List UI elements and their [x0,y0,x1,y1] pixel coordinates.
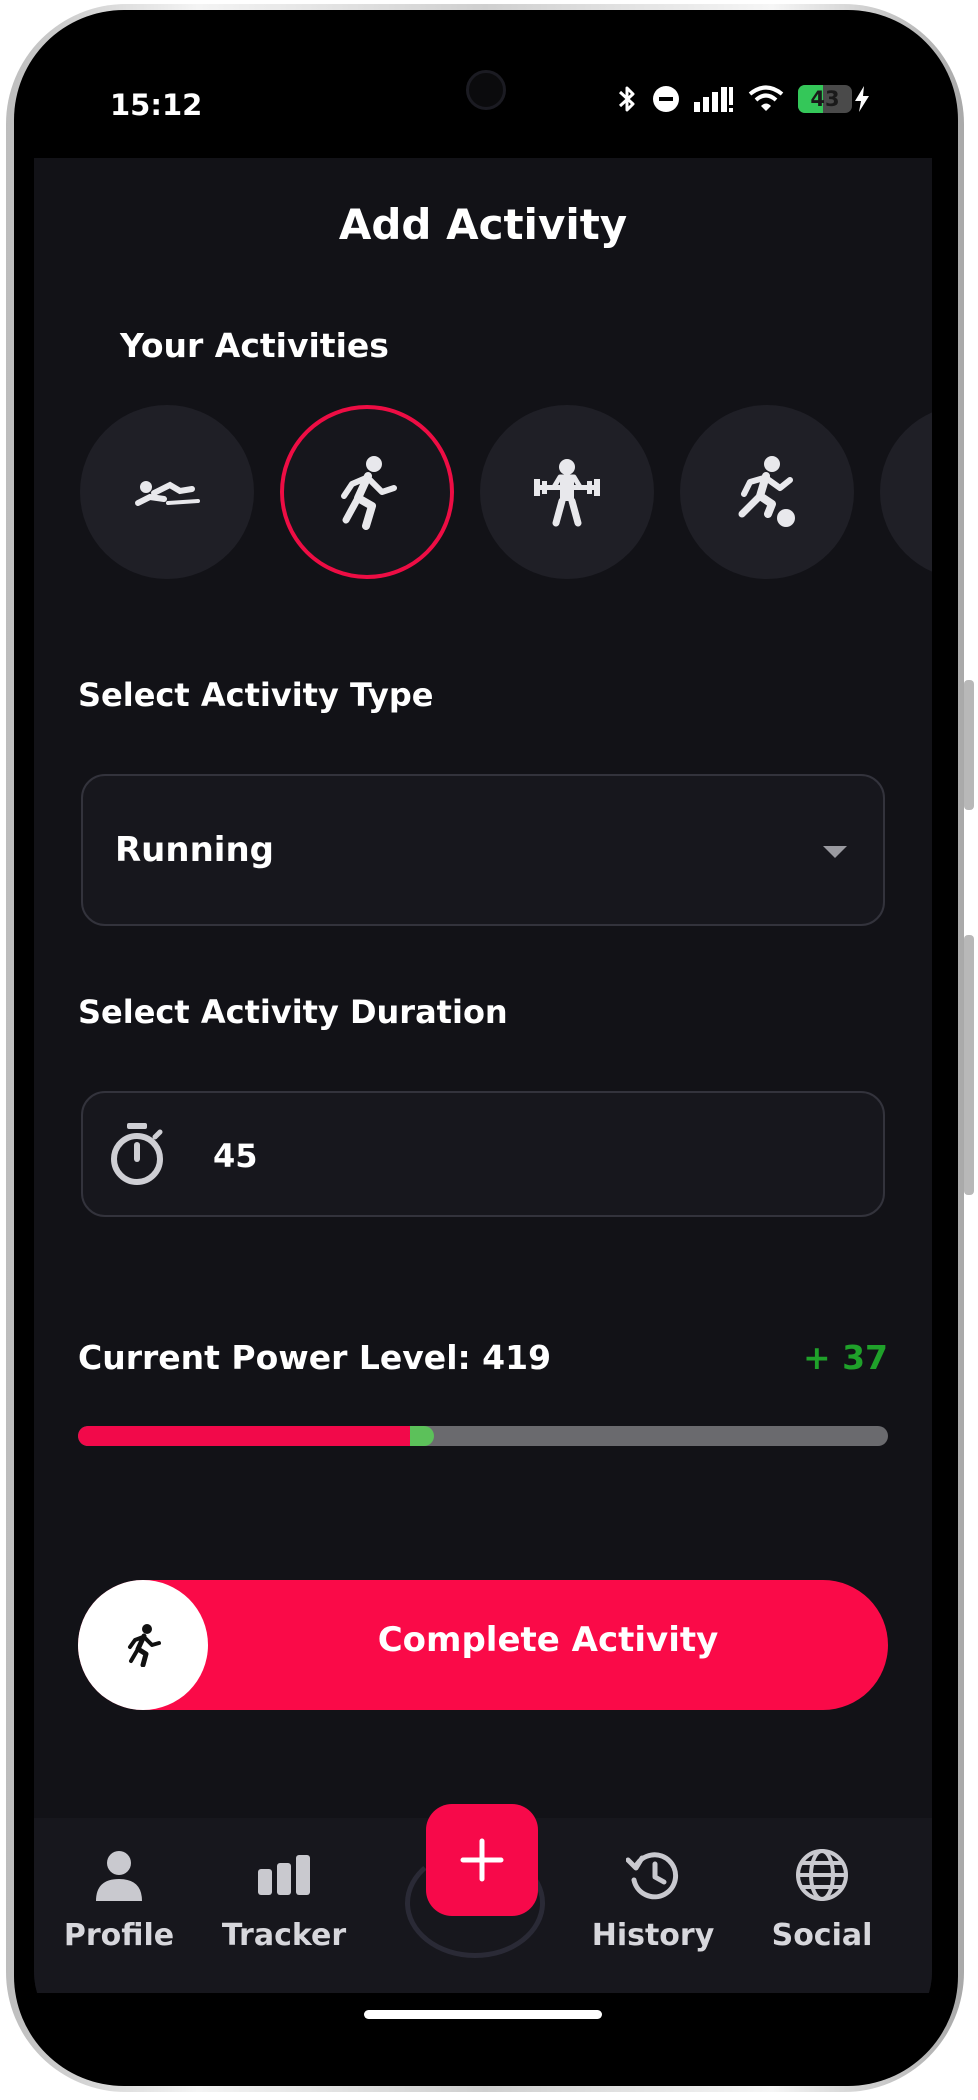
tab-history[interactable]: History [568,1840,738,1970]
tab-tracker-label: Tracker [221,1918,347,1953]
duration-value: 45 [213,1137,258,1175]
swimming-icon [135,481,200,506]
tab-social-label: Social [771,1918,873,1953]
bar-chart-icon [258,1855,310,1895]
duration-input[interactable]: 45 [81,1091,885,1217]
activity-type-dropdown[interactable]: Running [81,774,885,926]
power-level-bar [78,1426,888,1446]
charging-icon [855,86,869,112]
activities-carousel[interactable] [80,403,932,583]
activity-type-value: Running [115,830,274,870]
weightlifting-icon [534,459,600,527]
power-gain-label: + 37 [802,1338,888,1377]
home-indicator[interactable] [364,2010,602,2019]
screen: 15:12 43 Add Activity Your Activities Se… [34,48,932,2044]
complete-activity-slider[interactable]: Complete Activity [78,1580,888,1710]
globe-icon [796,1849,848,1901]
stopwatch-icon [111,1123,163,1185]
wifi-icon [748,85,784,111]
tab-profile[interactable]: Profile [34,1840,204,1970]
do-not-disturb-icon [653,86,679,112]
your-activities-heading: Your Activities [120,326,389,365]
power-gain-fill [410,1426,435,1446]
activity-duration-label: Select Activity Duration [78,993,508,1031]
activity-more[interactable] [880,405,932,579]
complete-activity-label: Complete Activity [377,1620,719,1660]
power-level-label: Current Power Level: 419 [78,1338,552,1377]
status-time: 15:12 [110,88,203,122]
soccer-icon [738,456,795,527]
tab-tracker[interactable]: Tracker [199,1840,369,1970]
activity-weightlifting[interactable] [480,405,654,579]
activity-soccer[interactable] [680,405,854,579]
battery-level: 43 [810,87,840,111]
power-level-fill [78,1426,411,1446]
add-activity-fab[interactable] [426,1804,538,1916]
volume-button [964,680,974,810]
page-title: Add Activity [338,200,628,249]
slider-knob[interactable] [78,1580,208,1710]
person-icon [96,1851,142,1901]
activity-type-label: Select Activity Type [78,676,434,714]
history-icon [626,1852,679,1900]
power-button [964,935,974,1195]
plus-icon [460,1838,504,1882]
running-icon [341,456,397,530]
activity-swimming[interactable] [80,405,254,579]
chevron-down-icon [823,846,847,858]
activity-running[interactable] [280,405,454,579]
front-camera [466,70,506,110]
tab-history-label: History [591,1918,715,1953]
signal-icon [694,87,733,112]
status-icons: 43 [616,84,870,114]
tab-social[interactable]: Social [737,1840,907,1970]
tab-profile-label: Profile [63,1918,175,1953]
running-icon [128,1624,161,1667]
bluetooth-icon [618,86,635,112]
battery-indicator: 43 [798,85,852,113]
